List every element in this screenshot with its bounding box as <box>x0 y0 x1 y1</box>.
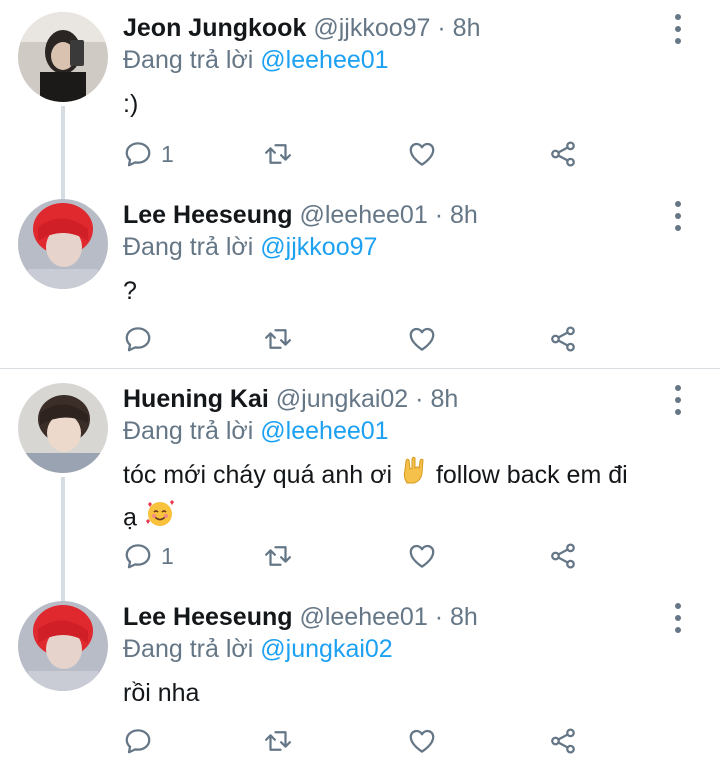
user-handle[interactable]: @jungkai02 <box>276 385 408 413</box>
retweet-icon <box>265 329 291 349</box>
mention-link[interactable]: @leehee01 <box>260 46 388 74</box>
display-name[interactable]: Lee Heeseung <box>123 603 293 631</box>
replying-to-label: Đang trả lời <box>123 417 254 445</box>
divider <box>0 368 720 369</box>
user-handle[interactable]: @leehee01 <box>299 201 427 229</box>
reply-button[interactable]: 1 <box>123 540 174 572</box>
tweet-4[interactable]: Lee Heeseung @leehee01 · 8h Đang trả lời… <box>0 601 720 761</box>
action-bar: 1 <box>123 138 583 170</box>
reply-icon <box>125 729 151 754</box>
replying-to-label: Đang trả lời <box>123 635 254 663</box>
share-button[interactable] <box>548 138 578 170</box>
heart-icon <box>409 544 435 568</box>
more-options-icon[interactable] <box>666 14 690 44</box>
timestamp[interactable]: 8h <box>450 603 478 631</box>
replying-to-label: Đang trả lời <box>123 46 254 74</box>
reply-icon <box>125 327 151 352</box>
tweet-text-part: follow back em đi <box>435 461 628 489</box>
retweet-button[interactable] <box>263 323 293 355</box>
retweet-icon <box>265 731 291 751</box>
avatar[interactable] <box>18 12 108 102</box>
retweet-icon <box>265 546 291 566</box>
replying-to: Đang trả lời @leehee01 <box>123 415 389 447</box>
tweet-header: Huening Kai @jungkai02 · 8h <box>123 383 458 415</box>
share-icon <box>551 543 575 569</box>
like-button[interactable] <box>407 138 437 170</box>
heart-icon <box>409 729 435 753</box>
rock-on-hand-emoji-icon <box>399 455 429 497</box>
like-button[interactable] <box>407 323 437 355</box>
replying-to: Đang trả lời @leehee01 <box>123 44 389 76</box>
reply-count: 1 <box>161 542 174 569</box>
more-options-icon[interactable] <box>666 201 690 231</box>
user-handle[interactable]: @jjkkoo97 <box>313 14 430 42</box>
smiling-face-with-hearts-emoji-icon <box>144 497 176 541</box>
display-name[interactable]: Lee Heeseung <box>123 201 293 229</box>
tweet-text-part: ạ <box>123 504 137 532</box>
avatar[interactable] <box>18 601 108 691</box>
heart-icon <box>409 327 435 351</box>
separator-dot: · <box>437 14 446 42</box>
heart-icon <box>409 142 435 166</box>
reply-icon <box>125 142 151 167</box>
avatar[interactable] <box>18 199 108 289</box>
retweet-button[interactable] <box>263 540 293 572</box>
tweet-text: :) <box>123 90 139 118</box>
tweet-text: tóc mới cháy quá anh ơi follow back em đ… <box>123 455 683 541</box>
tweet-1[interactable]: Jeon Jungkook @jjkkoo97 · 8h Đang trả lờ… <box>0 12 720 212</box>
action-bar <box>123 725 583 757</box>
share-button[interactable] <box>548 725 578 757</box>
tweet-header: Jeon Jungkook @jjkkoo97 · 8h <box>123 12 480 44</box>
user-handle[interactable]: @leehee01 <box>299 603 427 631</box>
reply-button[interactable]: 1 <box>123 138 174 170</box>
tweet-3[interactable]: Huening Kai @jungkai02 · 8h Đang trả lời… <box>0 383 720 602</box>
reply-button[interactable] <box>123 725 161 757</box>
like-button[interactable] <box>407 540 437 572</box>
replying-to: Đang trả lời @jjkkoo97 <box>123 231 377 263</box>
display-name[interactable]: Jeon Jungkook <box>123 14 306 42</box>
avatar[interactable] <box>18 383 108 473</box>
share-button[interactable] <box>548 540 578 572</box>
reply-icon <box>125 544 151 569</box>
thread-line <box>61 106 65 212</box>
thread-line <box>61 477 65 602</box>
mention-link[interactable]: @jjkkoo97 <box>260 233 377 261</box>
retweet-button[interactable] <box>263 725 293 757</box>
mention-link[interactable]: @jungkai02 <box>260 635 392 663</box>
action-bar <box>123 323 583 355</box>
reply-button[interactable] <box>123 323 161 355</box>
separator-dot: · <box>415 385 424 413</box>
reply-count: 1 <box>161 140 174 167</box>
retweet-button[interactable] <box>263 138 293 170</box>
action-bar: 1 <box>123 540 583 572</box>
tweet-text-part: tóc mới cháy quá anh ơi <box>123 461 393 489</box>
tweet-text: ? <box>123 277 137 305</box>
timestamp[interactable]: 8h <box>450 201 478 229</box>
replying-to-label: Đang trả lời <box>123 233 254 261</box>
share-icon <box>551 728 575 754</box>
tweet-2[interactable]: Lee Heeseung @leehee01 · 8h Đang trả lời… <box>0 199 720 359</box>
retweet-icon <box>265 144 291 164</box>
timestamp[interactable]: 8h <box>453 14 481 42</box>
like-button[interactable] <box>407 725 437 757</box>
timestamp[interactable]: 8h <box>430 385 458 413</box>
tweet-header: Lee Heeseung @leehee01 · 8h <box>123 601 478 633</box>
display-name[interactable]: Huening Kai <box>123 385 269 413</box>
separator-dot: · <box>434 201 444 229</box>
share-icon <box>551 141 575 167</box>
tweet-text: rồi nha <box>123 679 200 707</box>
mention-link[interactable]: @leehee01 <box>260 417 388 445</box>
more-options-icon[interactable] <box>666 385 690 415</box>
more-options-icon[interactable] <box>666 603 690 633</box>
tweet-header: Lee Heeseung @leehee01 · 8h <box>123 199 478 231</box>
share-icon <box>551 326 575 352</box>
share-button[interactable] <box>548 323 578 355</box>
separator-dot: · <box>434 603 444 631</box>
replying-to: Đang trả lời @jungkai02 <box>123 633 393 665</box>
